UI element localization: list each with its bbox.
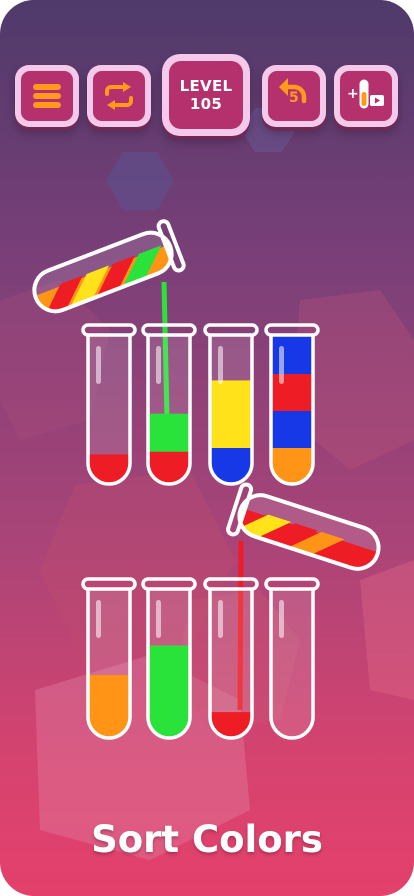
tube-highlight	[156, 600, 161, 638]
test-tube[interactable]	[264, 577, 320, 740]
game-title: Sort Colors	[91, 818, 323, 861]
liquid-layer-green	[148, 413, 190, 452]
liquid-layer-red	[210, 712, 252, 738]
test-tube[interactable]	[264, 323, 320, 486]
test-tube[interactable]	[203, 577, 259, 740]
tube-rim	[264, 577, 320, 591]
game-screen: LEVEL 105 5 + Sort Colors	[0, 0, 414, 896]
tube-rim	[203, 577, 259, 591]
tube-highlight	[279, 600, 284, 638]
pouring-tube-red[interactable]	[226, 482, 389, 580]
liquid-layer-yellow	[210, 380, 252, 448]
liquid-layer-red	[88, 454, 130, 484]
tube-rim	[203, 323, 259, 337]
tube-rim	[81, 577, 137, 591]
test-tube[interactable]	[141, 323, 197, 486]
liquid-layer-blue	[210, 447, 252, 484]
tube-rim	[141, 577, 197, 591]
tube-rim	[81, 323, 137, 337]
liquid-layer-blue	[271, 410, 313, 448]
test-tube[interactable]	[81, 577, 137, 740]
test-tube[interactable]	[203, 323, 259, 486]
tube-highlight	[218, 346, 223, 384]
tube-board	[24, 219, 389, 740]
pouring-tube-green[interactable]	[24, 219, 186, 323]
test-tube[interactable]	[81, 323, 137, 486]
liquid-layer-red	[148, 450, 190, 484]
liquid-layer-blue	[271, 336, 313, 374]
tube-highlight	[96, 600, 101, 638]
liquid-layer-orange	[271, 447, 313, 484]
liquid-layer-green	[148, 645, 190, 738]
tube-rim	[141, 323, 197, 337]
tube-rim	[264, 323, 320, 337]
test-tube[interactable]	[141, 577, 197, 740]
tube-highlight	[156, 346, 161, 384]
tube-highlight	[279, 346, 284, 384]
liquid-layer-red	[271, 373, 313, 411]
tube-highlight	[96, 346, 101, 384]
tube-highlight	[218, 600, 223, 638]
